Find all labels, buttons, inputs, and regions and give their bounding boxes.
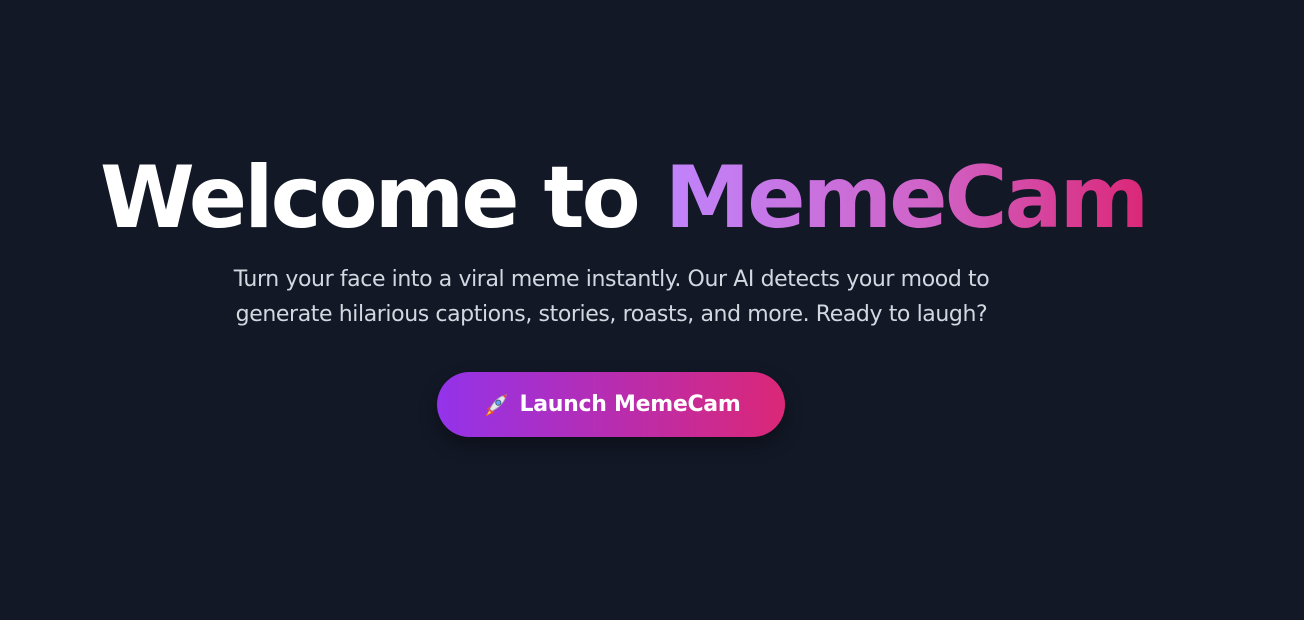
subtitle-line-2: generate hilarious captions, stories, ro… <box>235 302 988 327</box>
hero-subtitle: Turn your face into a viral meme instant… <box>150 262 1073 332</box>
subtitle-line-1: Turn your face into a viral meme instant… <box>233 267 990 292</box>
page-title: Welcome to MemeCam <box>100 146 1150 250</box>
launch-memecam-button[interactable]: Launch MemeCam <box>437 372 785 437</box>
launch-button-label: Launch MemeCam <box>519 392 741 417</box>
rocket-icon <box>482 391 510 419</box>
hero-section: Welcome to MemeCam Turn your face into a… <box>0 0 1224 620</box>
brand-name: MemeCam <box>664 148 1150 248</box>
title-prefix: Welcome to <box>100 148 665 248</box>
